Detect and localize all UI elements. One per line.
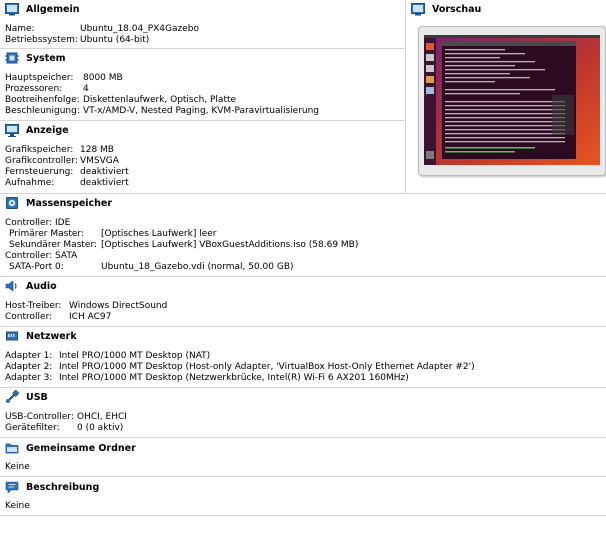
network-icon (6, 331, 18, 341)
section-description[interactable]: Beschreibung (0, 479, 606, 497)
divider (0, 437, 606, 438)
vm-preview-frame[interactable] (418, 26, 606, 176)
divider (0, 193, 606, 194)
section-title-system: System (26, 53, 66, 64)
section-title-general: Allgemein (26, 4, 80, 15)
divider (0, 326, 606, 327)
section-title-preview: Vorschau (432, 4, 482, 15)
section-title-usb: USB (26, 392, 48, 403)
usb-icon (6, 390, 19, 403)
section-network[interactable]: Netzwerk (0, 328, 606, 346)
section-system[interactable]: System (0, 50, 405, 68)
section-title-shared: Gemeinsame Ordner (26, 443, 136, 454)
preview-monitor-icon (411, 3, 425, 16)
divider (0, 276, 606, 277)
section-usb[interactable]: USB (0, 389, 606, 407)
section-audio[interactable]: Audio (0, 278, 606, 296)
speaker-icon (5, 280, 17, 292)
section-title-display: Anzeige (26, 125, 69, 136)
section-title-network: Netzwerk (26, 331, 77, 342)
section-title-description: Beschreibung (26, 482, 100, 493)
vm-screen-thumbnail (424, 35, 600, 165)
folder-icon (5, 443, 19, 454)
chip-icon (5, 52, 19, 64)
section-shared-folders[interactable]: Gemeinsame Ordner (0, 440, 606, 458)
section-title-audio: Audio (26, 281, 57, 292)
divider (0, 476, 606, 477)
column-divider (405, 0, 406, 193)
divider (0, 48, 405, 49)
section-storage[interactable]: Massenspeicher (0, 195, 606, 213)
section-display[interactable]: Anzeige (0, 122, 405, 140)
storage-icon (6, 197, 18, 209)
divider (0, 387, 606, 388)
section-preview[interactable]: Vorschau (406, 0, 606, 176)
display-icon (5, 124, 19, 137)
divider (0, 515, 606, 516)
section-title-storage: Massenspeicher (26, 198, 113, 209)
monitor-icon (5, 3, 19, 16)
divider (0, 120, 405, 121)
section-general[interactable]: Allgemein Name: Ubuntu_18.04_PX4Gazebo Be… (0, 0, 405, 45)
speech-bubble-icon (5, 481, 19, 494)
